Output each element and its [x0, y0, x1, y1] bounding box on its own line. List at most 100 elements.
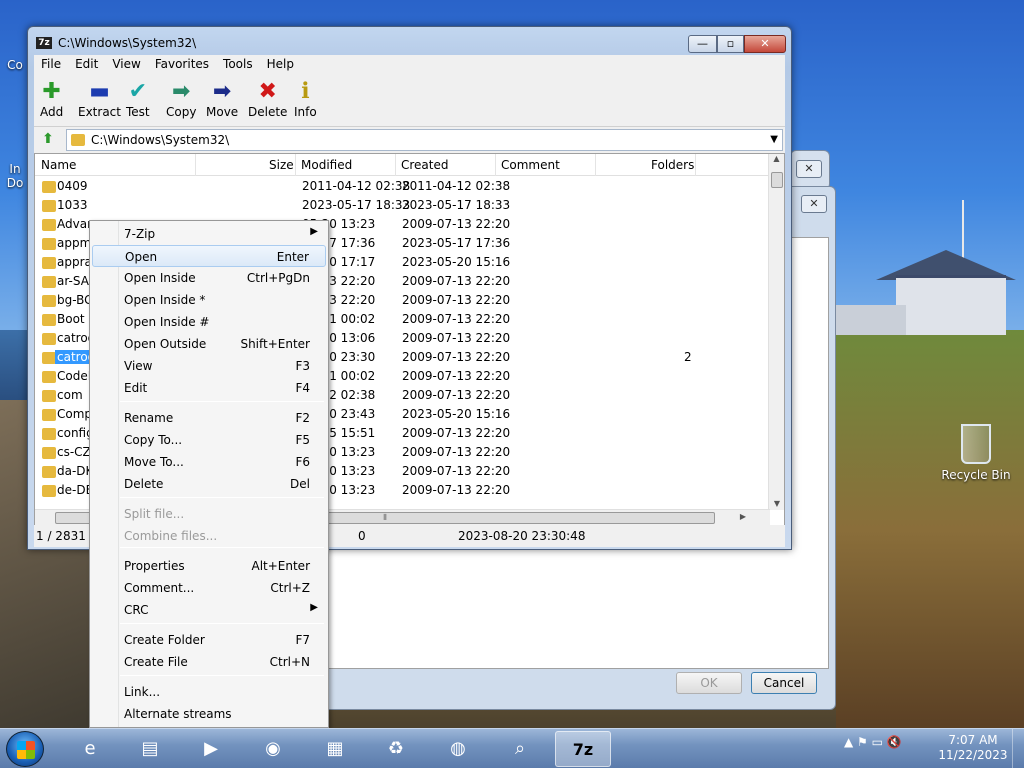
menu-item-rename[interactable]: Rename F2 — [92, 407, 326, 429]
move-icon: ➡ — [212, 79, 232, 104]
7zip-icon[interactable]: 7z — [555, 731, 611, 767]
info-button[interactable]: ℹ Info — [294, 79, 317, 119]
up-folder-icon[interactable]: ⬆ — [38, 131, 58, 149]
test-icon: ✔ — [128, 79, 148, 104]
desktop-icon-recycle-bin[interactable]: Recycle Bin — [940, 424, 1012, 482]
cancel-button[interactable]: Cancel — [751, 672, 817, 694]
menu-separator — [120, 547, 324, 548]
menu-item-combine-files: Combine files... — [92, 525, 326, 547]
menu-item-create-folder[interactable]: Create Folder F7 — [92, 629, 326, 651]
row-created: 2009-07-13 22:20 — [402, 312, 511, 326]
menu-item-open-outside[interactable]: Open Outside Shift+Enter — [92, 333, 326, 355]
table-row[interactable]: 1033 2023-05-17 18:33 2023-05-17 18:33 — [35, 196, 770, 215]
network-globe-icon[interactable]: ◍ — [430, 731, 486, 767]
row-name: bg-BG — [57, 293, 94, 307]
column-header-name[interactable]: Name — [41, 158, 76, 172]
show-desktop-button[interactable] — [1012, 729, 1024, 768]
menu-edit[interactable]: Edit — [68, 55, 105, 75]
menu-view[interactable]: View — [105, 55, 147, 75]
dropdown-arrow-icon[interactable]: ▼ — [770, 134, 778, 145]
menu-item-shortcut: F7 — [295, 633, 310, 647]
menu-item-open-inside[interactable]: Open Inside Ctrl+PgDn — [92, 267, 326, 289]
table-row[interactable]: 0409 2011-04-12 02:38 2011-04-12 02:38 — [35, 177, 770, 196]
menu-item-view[interactable]: View F3 — [92, 355, 326, 377]
column-header-size[interactable]: Size — [269, 158, 294, 172]
menu-file[interactable]: File — [34, 55, 68, 75]
close-button[interactable]: ✕ — [744, 35, 786, 53]
menu-item-crc[interactable]: CRC ▶ — [92, 599, 326, 621]
menu-item-copy-to[interactable]: Copy To... F5 — [92, 429, 326, 451]
ok-button[interactable]: OK — [676, 672, 742, 694]
menu-item-open-inside[interactable]: Open Inside # — [92, 311, 326, 333]
clock-date: 11/22/2023 — [938, 748, 1008, 762]
status-size: 0 — [358, 529, 366, 543]
folder-icon — [42, 352, 56, 364]
toolbar-label: Copy — [166, 105, 197, 119]
column-header-comment[interactable]: Comment — [501, 158, 560, 172]
start-button[interactable] — [6, 731, 44, 767]
internet-explorer-icon[interactable]: e — [62, 731, 118, 767]
desktop-wallpaper-field — [836, 330, 1024, 730]
menu-item-7-zip[interactable]: 7-Zip ▶ — [92, 223, 326, 245]
vertical-scrollbar[interactable]: ▲ ▼ — [768, 154, 784, 510]
menu-bar: File Edit View Favorites Tools Help — [34, 55, 785, 75]
menu-item-move-to[interactable]: Move To... F6 — [92, 451, 326, 473]
chrome-icon[interactable]: ◉ — [245, 731, 301, 767]
scrollbar-thumb[interactable] — [771, 172, 783, 188]
row-name: Comp — [57, 407, 93, 421]
menu-item-label: Properties — [124, 559, 185, 573]
minimize-button[interactable]: — — [688, 35, 717, 53]
desktop-icon-computer[interactable]: Co — [0, 58, 30, 72]
system-tray[interactable]: ▲ ⚑ ▭ 🔇 — [844, 735, 902, 749]
move-button[interactable]: ➡ Move — [206, 79, 238, 119]
menu-item-shortcut: Ctrl+PgDn — [246, 271, 310, 285]
test-button[interactable]: ✔ Test — [126, 79, 150, 119]
background-window-close-button[interactable]: ✕ — [796, 160, 822, 178]
menu-item-label: 7-Zip — [124, 227, 156, 241]
file-explorer-icon[interactable]: ▤ — [122, 731, 178, 767]
row-created: 2023-05-20 15:16 — [402, 407, 511, 421]
row-created: 2009-07-13 22:20 — [402, 293, 511, 307]
menu-item-label: Rename — [124, 411, 174, 425]
desktop-icon-label: In — [9, 162, 21, 176]
title-bar[interactable]: 7z C:\Windows\System32\ — ▫ ✕ — [28, 27, 791, 57]
copy-icon: ➡ — [172, 79, 191, 104]
menu-item-open[interactable]: Open Enter — [92, 245, 326, 267]
taskbar: e ▤ ▶ ◉ ▦ ♻ ◍ ⌕ 7z ▲ ⚑ ▭ 🔇 7:07 AM 11/22/2023 — [0, 728, 1024, 768]
clock[interactable]: 7:07 AM 11/22/2023 — [938, 733, 1008, 763]
address-input[interactable]: C:\Windows\System32\ ▼ — [66, 129, 783, 151]
menu-item-create-file[interactable]: Create File Ctrl+N — [92, 651, 326, 673]
menu-item-properties[interactable]: Properties Alt+Enter — [92, 555, 326, 577]
menu-tools[interactable]: Tools — [216, 55, 260, 75]
copy-button[interactable]: ➡ Copy — [166, 79, 196, 119]
column-header-created[interactable]: Created — [401, 158, 449, 172]
add-button[interactable]: ✚ Add — [40, 79, 63, 119]
extract-button[interactable]: ▬ Extract — [78, 79, 121, 119]
maximize-button[interactable]: ▫ — [717, 35, 744, 53]
menu-item-open-inside[interactable]: Open Inside * — [92, 289, 326, 311]
windows-logo-icon — [17, 741, 35, 759]
extract-icon: ▬ — [89, 79, 110, 104]
menu-item-label: Alternate streams — [124, 707, 232, 721]
address-bar: ⬆ C:\Windows\System32\ ▼ — [34, 127, 785, 153]
recycle-tool-icon[interactable]: ♻ — [368, 731, 424, 767]
menu-help[interactable]: Help — [260, 55, 301, 75]
media-player-icon[interactable]: ▶ — [183, 731, 239, 767]
menu-item-alternate-streams[interactable]: Alternate streams — [92, 703, 326, 725]
column-header-folders[interactable]: Folders — [651, 158, 694, 172]
menu-item-comment[interactable]: Comment... Ctrl+Z — [92, 577, 326, 599]
menu-item-link[interactable]: Link... — [92, 681, 326, 703]
control-panel-icon[interactable]: ▦ — [307, 731, 363, 767]
menu-item-split-file: Split file... — [92, 503, 326, 525]
column-header-modified[interactable]: Modified — [301, 158, 352, 172]
delete-button[interactable]: ✖ Delete — [248, 79, 287, 119]
menu-item-edit[interactable]: Edit F4 — [92, 377, 326, 399]
menu-item-label: Open Inside * — [124, 293, 206, 307]
desktop-wallpaper-house — [836, 250, 1016, 340]
menu-item-delete[interactable]: Delete Del — [92, 473, 326, 495]
background-dialog-close-button[interactable]: ✕ — [801, 195, 827, 213]
search-magnifier-icon[interactable]: ⌕ — [492, 731, 548, 767]
desktop-icon-installer[interactable]: In Do — [0, 162, 30, 190]
address-path: C:\Windows\System32\ — [91, 133, 230, 147]
menu-favorites[interactable]: Favorites — [148, 55, 216, 75]
